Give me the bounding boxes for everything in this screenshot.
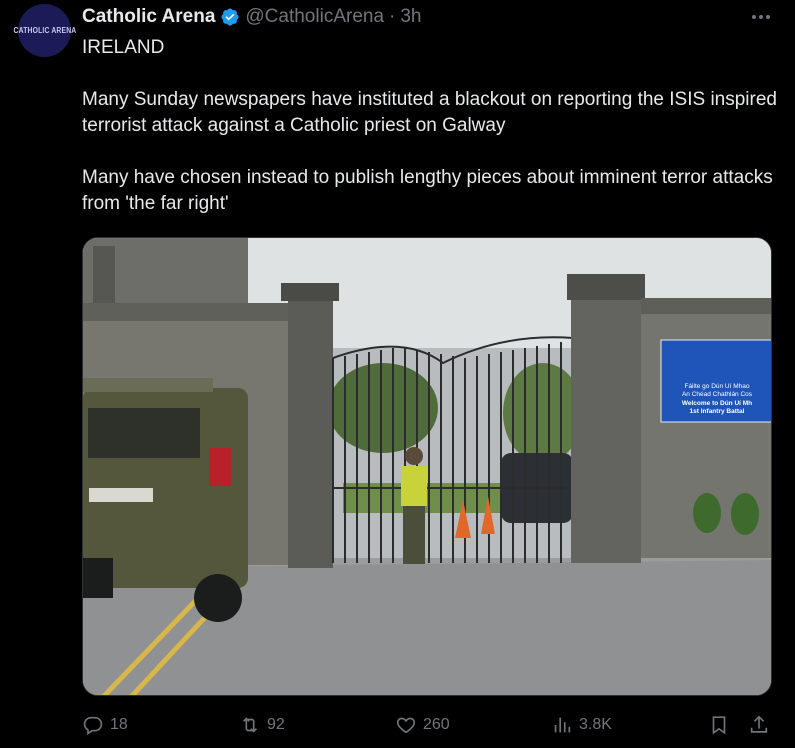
separator-dot: · [389,6,396,27]
sign-line-1: Fáilte go Dún Uí Mhao [684,383,749,390]
sign-line-4: 1st Infantry Battal [690,408,745,415]
bookmark-button[interactable] [708,710,730,740]
tweet-line-3: Many have chosen instead to publish leng… [82,167,773,214]
reply-button[interactable]: 18 [82,710,128,740]
tweet-line-1: IRELAND [82,37,165,58]
tweet[interactable]: CATHOLIC ARENA Catholic Arena @CatholicA… [0,0,795,748]
reply-count: 18 [110,716,128,733]
share-button[interactable] [748,710,770,740]
heart-icon [396,717,416,734]
share-icon [750,715,768,733]
timestamp[interactable]: 3h [400,6,421,28]
like-count: 260 [423,716,450,733]
tweet-photo[interactable]: Fáilte go Dún Uí Mhao An Chéad Chathlán … [82,237,772,696]
like-button[interactable]: 260 [395,710,450,740]
author-handle[interactable]: @CatholicArena [245,6,384,28]
author-name[interactable]: Catholic Arena [82,6,215,28]
views-chart-icon [554,717,571,733]
tweet-line-2: Many Sunday newspapers have instituted a… [82,89,777,136]
avatar[interactable]: CATHOLIC ARENA [13,4,76,57]
repost-button[interactable]: 92 [239,710,285,740]
tweet-actions: 18 92 260 3.8K [82,710,772,740]
avatar-text: CATHOLIC ARENA [13,26,76,35]
views-button[interactable]: 3.8K [551,710,612,740]
tweet-text: IRELAND Many Sunday newspapers have inst… [82,35,782,217]
bookmark-icon [712,716,726,735]
sign-line-3: Welcome to Dún Uí Mh [682,400,752,407]
sign-line-2: An Chéad Chathlán Cos [682,391,753,398]
reply-icon [83,716,103,735]
repost-count: 92 [267,716,285,733]
tweet-header: Catholic Arena @CatholicArena · 3h [82,5,422,29]
barracks-gate-photo: Fáilte go Dún Uí Mhao An Chéad Chathlán … [83,238,771,695]
more-options-icon[interactable] [748,9,774,25]
verified-badge-icon [220,7,240,27]
repost-icon [242,717,258,733]
views-count: 3.8K [579,716,612,733]
